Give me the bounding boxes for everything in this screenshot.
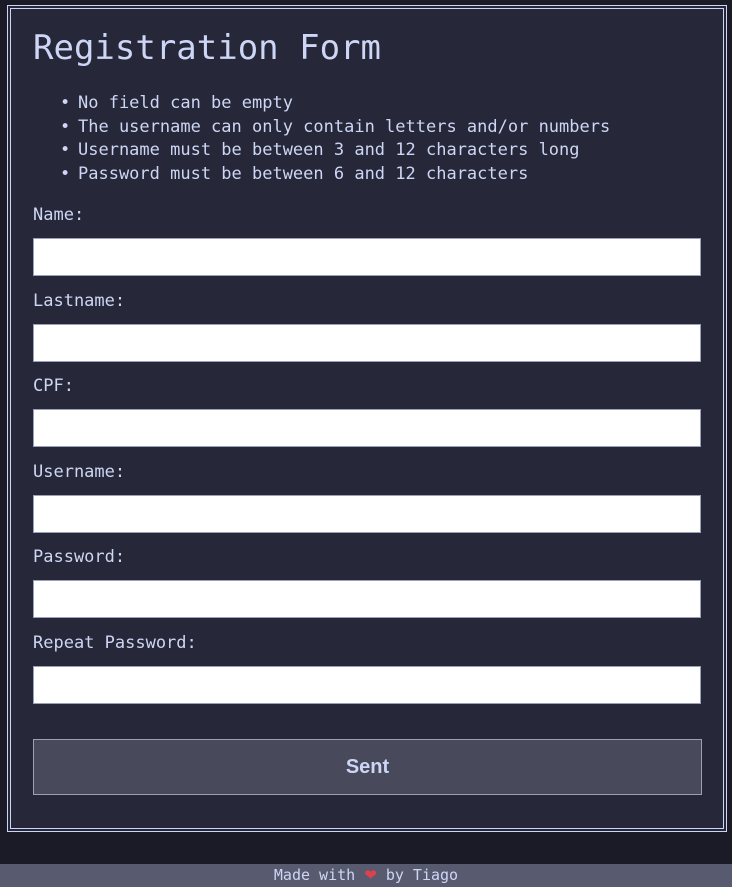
- password-label: Password:: [33, 547, 126, 567]
- name-label: Name:: [33, 205, 85, 225]
- registration-form-card: Registration Form • No field can be empty…: [7, 5, 727, 832]
- username-input[interactable]: [33, 495, 701, 533]
- page-title: Registration Form: [33, 28, 381, 68]
- bullet-icon: •: [60, 140, 71, 161]
- password-input[interactable]: [33, 580, 701, 618]
- username-label: Username:: [33, 462, 126, 482]
- cpf-input[interactable]: [33, 409, 701, 447]
- heart-icon: ❤: [364, 866, 377, 884]
- repeat-password-input[interactable]: [33, 666, 701, 704]
- footer: Made with ❤ by Tiago: [0, 864, 732, 887]
- rules-list: • No field can be empty • The username can…: [33, 92, 610, 186]
- rule-item: • Username must be between 3 and 12 chara…: [60, 139, 610, 163]
- bullet-icon: •: [60, 116, 71, 137]
- lastname-input[interactable]: [33, 324, 701, 362]
- rule-item: • The username can only contain letters a…: [60, 116, 610, 140]
- bullet-icon: •: [60, 163, 71, 184]
- footer-suffix: by Tiago: [385, 866, 459, 884]
- sent-button[interactable]: Sent: [33, 739, 702, 795]
- lastname-label: Lastname:: [33, 291, 126, 311]
- name-input[interactable]: [33, 238, 701, 276]
- rule-item: • No field can be empty: [60, 92, 610, 116]
- repeat-password-label: Repeat Password:: [33, 633, 197, 653]
- bullet-icon: •: [60, 93, 71, 113]
- rule-item: • Password must be between 6 and 12 chara…: [60, 163, 610, 187]
- cpf-label: CPF:: [33, 376, 74, 396]
- footer-prefix: Made with: [273, 866, 356, 884]
